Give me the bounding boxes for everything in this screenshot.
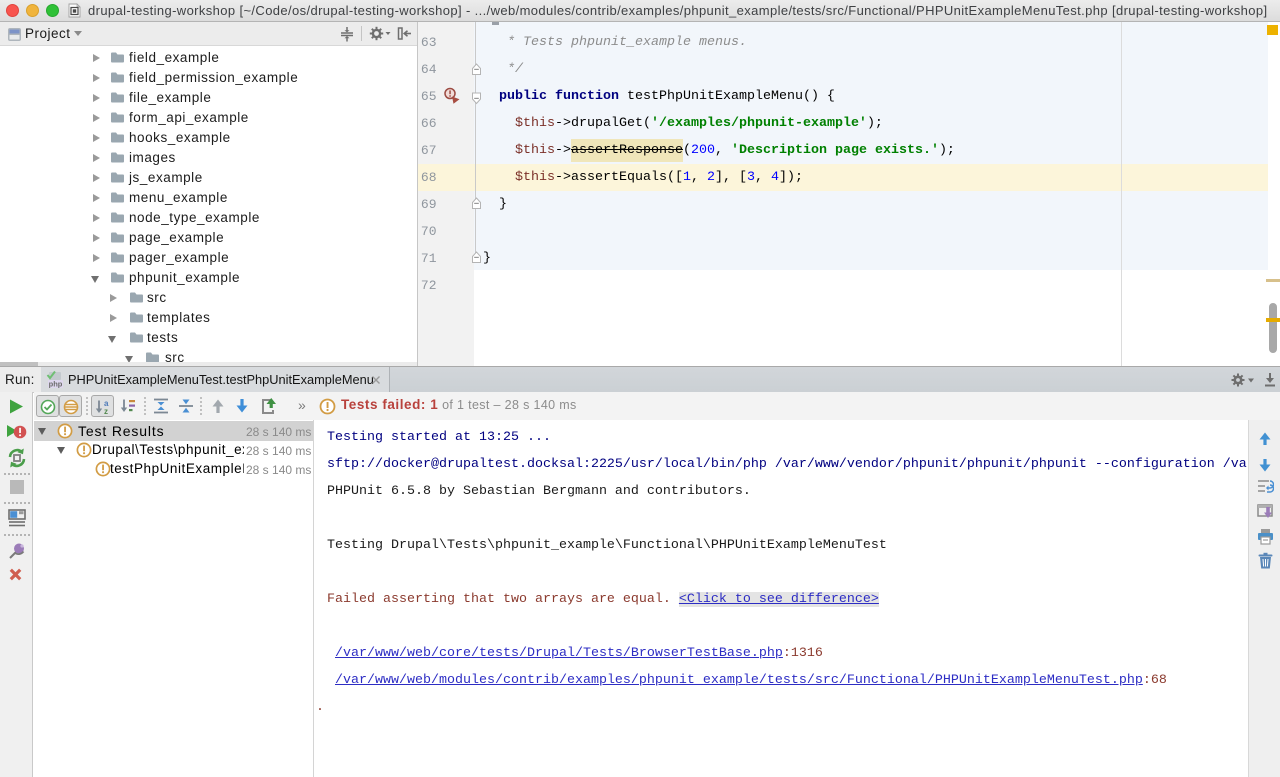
svg-text:z: z [104, 407, 108, 415]
svg-text:php: php [49, 380, 63, 389]
